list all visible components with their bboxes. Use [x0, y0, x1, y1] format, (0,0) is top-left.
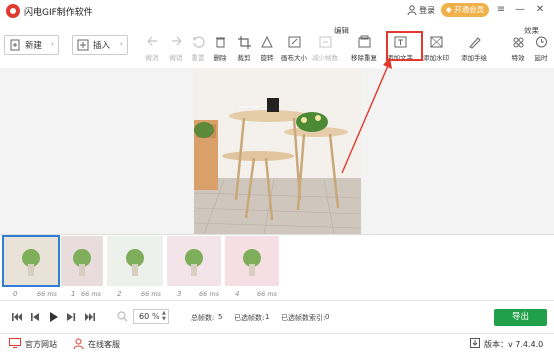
first-frame-icon[interactable] — [11, 311, 23, 323]
frame-thumbnail[interactable] — [2, 235, 60, 287]
official-website-link[interactable]: 官方网站 — [25, 339, 57, 350]
minimize-icon[interactable]: — — [513, 3, 527, 17]
tool-label: 延时 — [534, 54, 548, 62]
new-file-icon — [10, 39, 20, 51]
tool-rotate[interactable]: 旋转 — [254, 35, 280, 65]
frame-thumbnail[interactable] — [107, 236, 163, 286]
total-frames-value: 5 — [218, 313, 223, 321]
tool-delay[interactable]: 延时 — [528, 35, 554, 65]
customer-service-icon — [73, 338, 84, 349]
delete-icon — [215, 37, 225, 48]
frame-thumbnail[interactable] — [225, 236, 279, 286]
reset-icon — [192, 36, 205, 48]
frame-thumbnail[interactable] — [167, 236, 221, 286]
tool-label: 旋转 — [260, 54, 274, 62]
tool-add-drawing[interactable]: 添加手绘 — [461, 35, 487, 65]
next-frame-icon[interactable] — [65, 311, 77, 323]
effects-icon — [513, 37, 523, 48]
version-label: 版本：v 7.4.4.0 — [484, 340, 544, 349]
selected-frames-label: 已选帧数: — [234, 314, 265, 322]
frame-duration: 66 ms — [81, 290, 102, 298]
close-icon[interactable]: ✕ — [533, 3, 547, 17]
chevron-right-icon: › — [119, 39, 123, 48]
frame-index: 4 — [235, 290, 240, 298]
insert-button[interactable]: 插入 › — [72, 35, 128, 55]
selected-index-label: 已选帧数索引: — [281, 314, 326, 322]
redo-icon — [171, 36, 181, 46]
frame-index: 0 — [13, 290, 18, 298]
insert-label: 插入 — [93, 41, 111, 51]
frame-index: 2 — [117, 290, 122, 298]
tool-label: 添加手绘 — [461, 54, 487, 62]
crop-icon — [237, 36, 251, 49]
diamond-icon: ◆ — [445, 5, 455, 14]
tool-label: 添加水印 — [423, 54, 449, 62]
vip-button[interactable]: ◆ 开通会员 — [441, 3, 489, 17]
undo-icon — [147, 36, 157, 46]
add-drawing-icon — [468, 37, 481, 49]
insert-icon — [77, 39, 89, 51]
zoom-unit: % — [152, 312, 160, 321]
zoom-value: 60 — [139, 312, 150, 321]
frame-duration: 66 ms — [141, 290, 162, 298]
play-icon[interactable] — [47, 311, 59, 323]
download-icon — [470, 338, 480, 348]
total-frames-label: 总帧数: — [191, 314, 215, 322]
frame-index: 3 — [177, 290, 182, 298]
tool-label: 删除 — [213, 54, 227, 62]
frame-duration: 66 ms — [257, 290, 278, 298]
vip-label: 开通会员 — [454, 5, 485, 14]
new-button[interactable]: 新建 › — [4, 35, 59, 55]
tool-delete[interactable]: 删除 — [207, 35, 233, 65]
login-link[interactable]: 登录 — [419, 5, 435, 16]
remove-duplicates-icon — [358, 35, 370, 48]
annotation-arrow — [341, 57, 392, 174]
tool-add-watermark[interactable]: 添加水印 — [423, 35, 449, 65]
rotate-icon — [260, 35, 273, 48]
monitor-icon — [9, 338, 21, 348]
user-icon[interactable] — [407, 5, 417, 15]
selected-index-value: 0 — [325, 313, 330, 321]
reduce-frames-icon — [319, 36, 331, 48]
tool-label: 画布大小 — [281, 54, 307, 62]
online-support-link[interactable]: 在线客服 — [88, 339, 120, 350]
app-logo-icon — [6, 4, 20, 18]
zoom-icon — [117, 311, 128, 322]
export-button[interactable]: 导出 — [494, 309, 547, 326]
last-frame-icon[interactable] — [84, 311, 96, 323]
chevron-right-icon: › — [50, 39, 54, 48]
previous-frame-icon[interactable] — [29, 311, 41, 323]
new-label: 新建 — [25, 41, 43, 51]
frame-duration: 66 ms — [199, 290, 220, 298]
delay-icon — [535, 36, 547, 48]
menu-icon[interactable]: ≡ — [494, 3, 508, 17]
frame-duration: 66 ms — [37, 290, 58, 298]
selected-frames-value: 1 — [265, 313, 270, 321]
tool-canvas-size[interactable]: 画布大小 — [281, 35, 307, 65]
frame-thumbnail[interactable] — [61, 236, 103, 286]
canvas-size-icon — [288, 36, 300, 48]
tool-label: 撤消 — [145, 54, 159, 62]
add-watermark-icon — [430, 36, 442, 48]
zoom-stepper[interactable]: ▲ ▼ — [162, 310, 166, 322]
app-title: 闪电GIF制作软件 — [24, 8, 93, 18]
tool-undo[interactable]: 撤消 — [139, 35, 165, 65]
frame-index: 1 — [71, 290, 76, 298]
